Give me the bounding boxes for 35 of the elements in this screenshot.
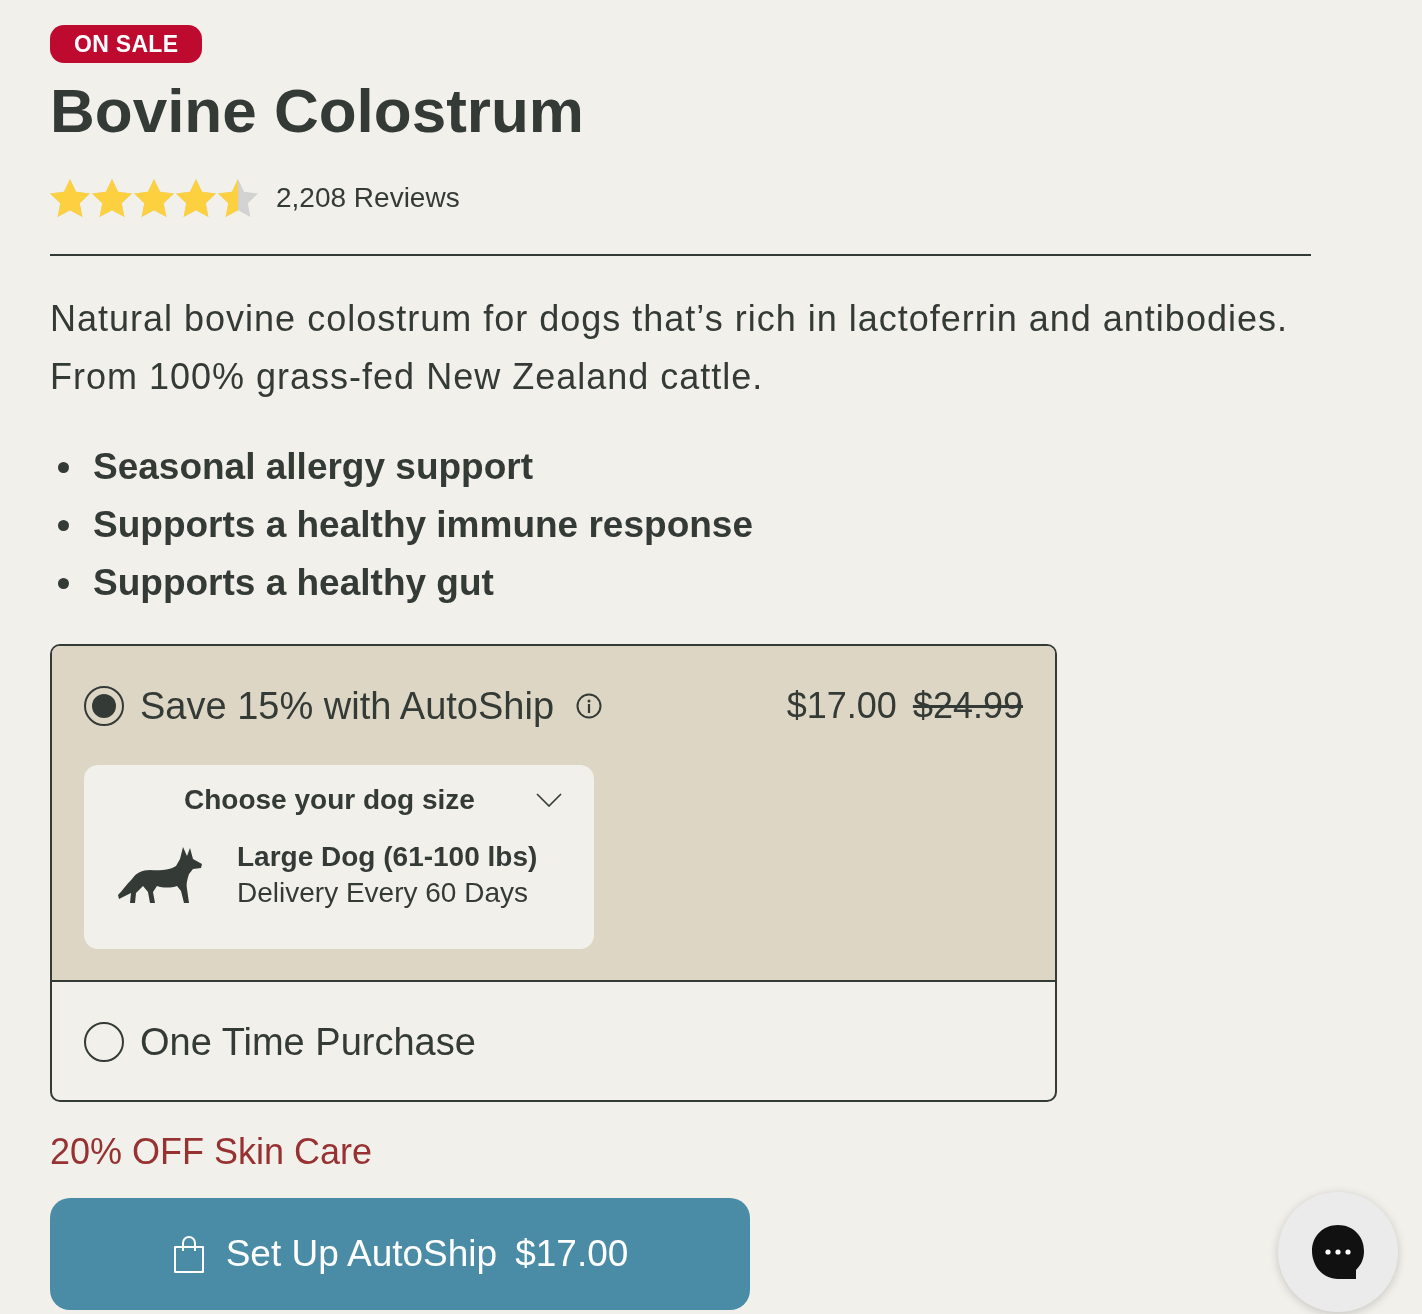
- selector-label: Choose your dog size: [184, 784, 475, 816]
- option-label: One Time Purchase: [140, 1020, 476, 1064]
- benefit-text: Seasonal allergy support: [93, 446, 534, 488]
- sale-badge: ON SALE: [50, 25, 203, 63]
- sale-price: $17.00: [786, 685, 897, 727]
- radio-button[interactable]: [84, 1022, 124, 1062]
- bullet-icon: [58, 577, 69, 589]
- dog-icon: [116, 845, 204, 905]
- radio-button[interactable]: [84, 686, 124, 726]
- star-icon: [92, 179, 132, 217]
- option-label: Save 15% with AutoShip: [140, 684, 555, 728]
- original-price: $24.99: [912, 685, 1023, 727]
- product-title: Bovine Colostrum: [50, 75, 584, 147]
- bullet-icon: [58, 519, 69, 531]
- review-count[interactable]: 2,208 Reviews: [276, 182, 460, 214]
- purchase-option[interactable]: One Time Purchase: [52, 980, 1055, 1100]
- autoship-button[interactable]: Set Up AutoShip $17.00: [50, 1198, 750, 1310]
- chat-button[interactable]: [1278, 1192, 1398, 1312]
- dog-size-selector[interactable]: Choose your dog size Large Dog (61-100 lbs) Delivery Every 60 Days: [84, 765, 594, 949]
- promo-text: 20% OFF Skin Care: [50, 1130, 373, 1174]
- chat-icon: [1310, 1223, 1366, 1281]
- benefit-text: Supports a healthy gut: [93, 562, 494, 604]
- star-icon: [50, 179, 90, 217]
- star-icon: [176, 179, 216, 217]
- product-description: Natural bovine colostrum for dogs that’s rich in lactoferrin and antibodies. From 100% grass-fed New Zealand cattle.: [50, 297, 1289, 399]
- star-icon: [134, 179, 174, 217]
- star-icon: [218, 179, 258, 217]
- shopping-bag-icon: [171, 1234, 206, 1274]
- purchase-option[interactable]: Save 15% with AutoShip $17.00 $24.99 Choose your dog size Large Dog (61-100 lbs) Delivery Every 60 Days: [52, 646, 1055, 980]
- bullet-icon: [58, 461, 69, 473]
- dog-size: Large Dog (61-100 lbs): [237, 840, 538, 874]
- benefit-text: Supports a healthy immune response: [93, 504, 753, 546]
- info-icon[interactable]: [576, 693, 603, 719]
- chevron-down-icon: [536, 793, 562, 807]
- delivery-frequency: Delivery Every 60 Days: [237, 876, 529, 910]
